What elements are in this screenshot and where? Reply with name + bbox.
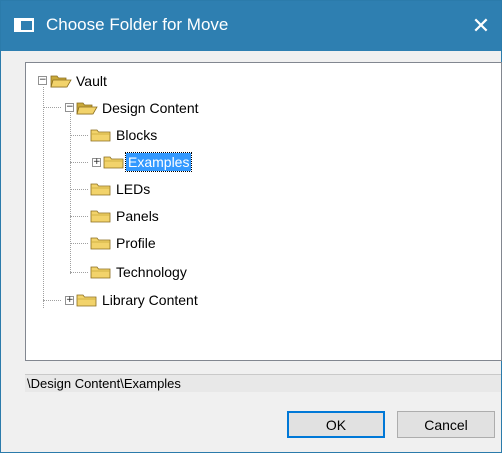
- tree-node-label[interactable]: Library Content: [100, 291, 200, 309]
- folder-tree[interactable]: − Vault − Design Content Blocks + Exampl…: [25, 62, 502, 361]
- selected-path: \Design Content\Examples: [25, 374, 501, 392]
- tree-node-label[interactable]: LEDs: [114, 180, 152, 198]
- tree-line: [70, 243, 88, 244]
- tree-line: [70, 272, 88, 273]
- expand-icon[interactable]: +: [92, 158, 101, 167]
- tree-node-label[interactable]: Blocks: [114, 126, 159, 144]
- folder-icon: [90, 266, 111, 279]
- collapse-icon[interactable]: −: [38, 76, 47, 85]
- tree-line: [70, 162, 88, 163]
- folder-icon: [90, 210, 111, 223]
- tree-node-label[interactable]: Panels: [114, 207, 161, 225]
- close-icon: ✕: [471, 13, 491, 38]
- choose-folder-dialog: Choose Folder for Move ✕ − Vault − Desig…: [0, 0, 502, 453]
- close-button[interactable]: ✕: [461, 1, 501, 51]
- tree-line: [43, 300, 61, 301]
- cancel-button[interactable]: Cancel: [397, 411, 495, 438]
- tree-node-label[interactable]: Profile: [114, 234, 158, 252]
- open-folder-icon: [76, 102, 98, 115]
- tree-line: [70, 189, 88, 190]
- tree-line: [43, 107, 61, 108]
- tree-node-label[interactable]: Vault: [74, 72, 109, 90]
- collapse-icon[interactable]: −: [65, 103, 74, 112]
- dialog-title: Choose Folder for Move: [46, 15, 229, 34]
- folder-icon: [90, 183, 111, 196]
- expand-icon[interactable]: +: [65, 296, 74, 305]
- title-bar[interactable]: Choose Folder for Move ✕: [1, 1, 501, 51]
- tree-line: [43, 87, 44, 308]
- ok-button[interactable]: OK: [287, 411, 385, 438]
- folder-icon: [90, 129, 111, 142]
- tree-line: [70, 113, 71, 274]
- tree-node-label[interactable]: Examples: [124, 152, 193, 172]
- window-icon: [14, 18, 34, 32]
- folder-icon: [103, 156, 124, 169]
- tree-line: [70, 135, 88, 136]
- tree-line: [70, 216, 88, 217]
- folder-icon: [90, 237, 111, 250]
- tree-node-label[interactable]: Technology: [114, 263, 189, 281]
- tree-node-label[interactable]: Design Content: [100, 99, 201, 117]
- open-folder-icon: [50, 75, 72, 88]
- folder-icon: [76, 294, 97, 307]
